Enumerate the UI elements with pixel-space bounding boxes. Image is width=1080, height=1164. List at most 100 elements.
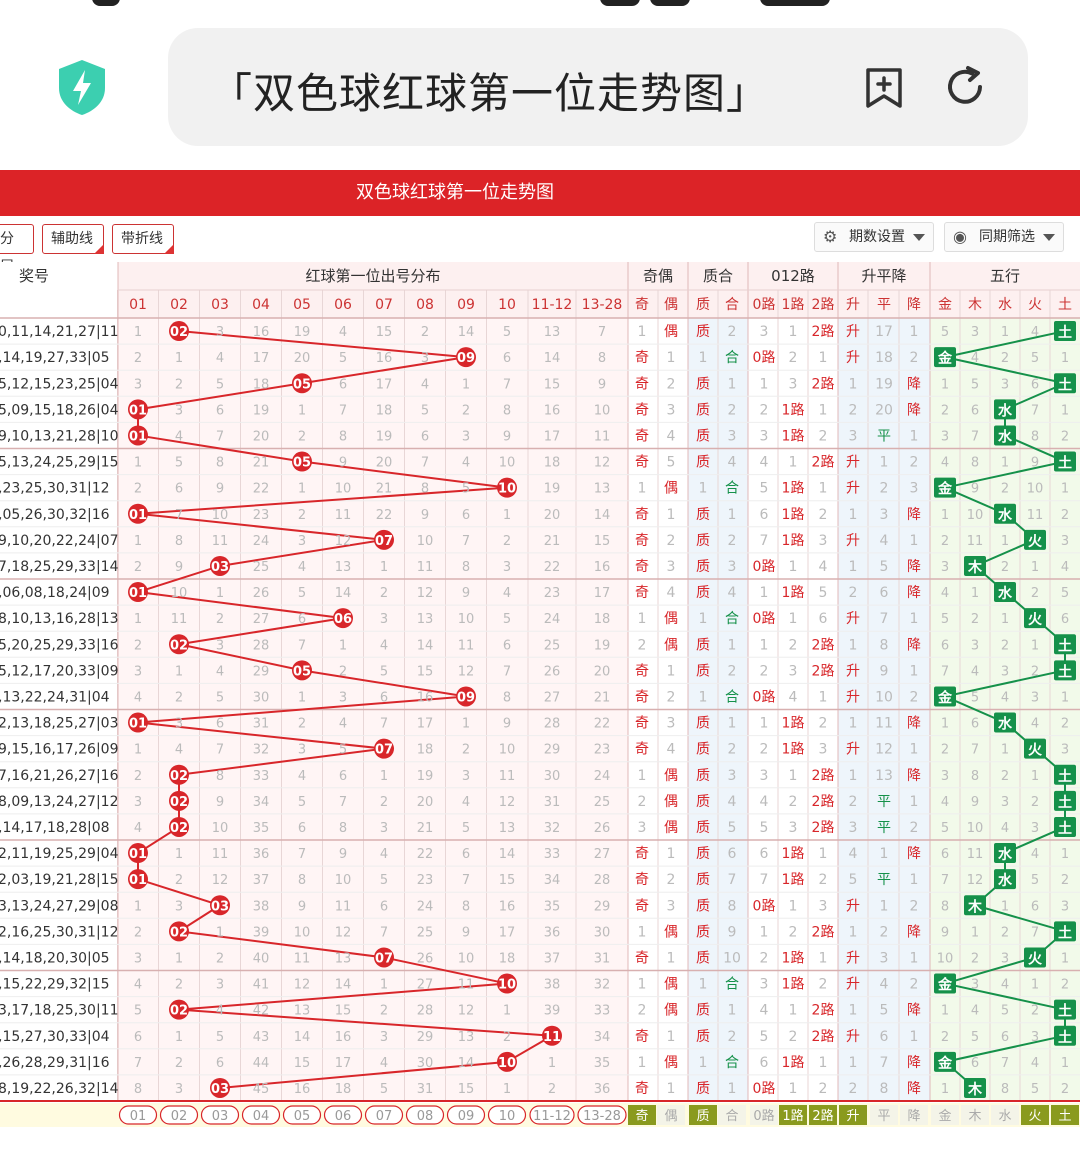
miss-count: 28 xyxy=(417,1004,434,1019)
miss-count: 31 xyxy=(253,717,270,732)
r-hit: 2路 xyxy=(812,324,835,340)
miss-count: 5 xyxy=(503,325,511,340)
oe-miss: 3 xyxy=(667,559,676,575)
t-miss: 8 xyxy=(880,637,889,653)
wx-miss: 1 xyxy=(941,508,949,523)
wx-miss: 5 xyxy=(1031,1082,1039,1097)
t-hit: 平 xyxy=(877,872,891,888)
miss-count: 19 xyxy=(544,482,561,497)
miss-count: 14 xyxy=(335,978,352,993)
miss-count: 1 xyxy=(380,978,388,993)
pc-miss: 9 xyxy=(728,924,737,940)
wx-miss: 3 xyxy=(941,769,949,784)
miss-count: 25 xyxy=(253,560,270,575)
miss-count: 9 xyxy=(175,560,183,575)
t-miss: 1 xyxy=(880,846,889,862)
r-miss: 4 xyxy=(760,455,769,471)
hit-ball-number: 09 xyxy=(457,690,475,705)
miss-count: 6 xyxy=(462,847,470,862)
award-number: ,14,19,27,33|05 xyxy=(0,350,110,366)
r-hit: 2路 xyxy=(812,637,835,653)
num-col-header: 01 xyxy=(129,297,147,313)
miss-count: 14 xyxy=(594,508,611,523)
wx-miss: 2 xyxy=(1001,769,1009,784)
footer-tag: 水 xyxy=(998,1109,1011,1124)
miss-count: 30 xyxy=(594,925,611,940)
miss-count: 5 xyxy=(380,1082,388,1097)
award-number: 5,12,17,20,33|09 xyxy=(0,663,119,679)
miss-count: 11 xyxy=(458,978,475,993)
miss-count: 17 xyxy=(335,1056,352,1071)
wx-miss: 2 xyxy=(1061,978,1069,993)
oe-hit: 奇 xyxy=(635,897,649,914)
miss-count: 21 xyxy=(253,456,270,471)
wx-miss: 6 xyxy=(971,403,979,418)
miss-count: 18 xyxy=(544,456,561,471)
miss-count: 12 xyxy=(594,456,611,471)
pc-miss: 2 xyxy=(728,1029,737,1045)
wx-hit: 土 xyxy=(1058,637,1072,654)
t-miss: 3 xyxy=(880,507,889,523)
miss-count: 18 xyxy=(594,612,611,627)
r-miss: 3 xyxy=(789,376,798,392)
security-shield-icon[interactable] xyxy=(56,58,108,116)
miss-count: 13 xyxy=(499,821,516,836)
status-bar-fragment xyxy=(0,0,1080,10)
award-number: ,05,26,30,32|16 xyxy=(0,507,110,523)
pc-miss: 1 xyxy=(699,1055,708,1071)
miss-count: 16 xyxy=(376,351,393,366)
wx-miss: 11 xyxy=(967,534,984,549)
r-hit: 1路 xyxy=(782,977,805,993)
miss-count: 6 xyxy=(339,377,347,392)
t-hit: 降 xyxy=(907,846,921,862)
t-miss: 18 xyxy=(875,350,893,366)
miss-count: 4 xyxy=(462,795,470,810)
wx-miss: 12 xyxy=(967,873,984,888)
wx-miss: 3 xyxy=(1001,664,1009,679)
bookmark-add-icon[interactable] xyxy=(862,66,906,110)
wx-miss: 5 xyxy=(1031,873,1039,888)
url-text[interactable]: 「双色球红球第一位走势图」 xyxy=(210,60,830,121)
wx-miss: 9 xyxy=(1031,456,1039,471)
period-settings-dropdown[interactable]: ⚙ 期数设置 xyxy=(814,222,934,252)
wx-miss: 10 xyxy=(967,508,984,523)
r-hit: 1路 xyxy=(782,872,805,888)
hit-ball-number: 03 xyxy=(211,560,229,575)
pc-hit: 合 xyxy=(725,611,739,627)
r-hit: 1路 xyxy=(782,1055,805,1071)
pc-hit: 质 xyxy=(696,376,710,392)
t-miss: 2 xyxy=(849,585,858,601)
wx-miss: 2 xyxy=(941,403,949,418)
miss-count: 3 xyxy=(134,377,142,392)
wx-miss: 1 xyxy=(941,377,949,392)
miss-count: 14 xyxy=(544,351,561,366)
miss-count: 16 xyxy=(544,403,561,418)
miss-count: 10 xyxy=(335,482,352,497)
award-number: ,26,28,29,31|16 xyxy=(0,1055,110,1071)
pc-miss: 5 xyxy=(728,820,737,836)
pc-hit: 合 xyxy=(725,481,739,497)
r-hit: 1路 xyxy=(782,846,805,862)
wx-miss: 6 xyxy=(1001,1030,1009,1045)
t-miss: 2 xyxy=(910,977,919,993)
polyline-button[interactable]: 带折线 xyxy=(112,224,174,254)
t-miss: 1 xyxy=(849,637,858,653)
hit-ball-number: 05 xyxy=(293,456,311,471)
miss-count: 42 xyxy=(253,1004,270,1019)
layer-button[interactable]: 分层 xyxy=(0,224,34,275)
same-period-filter-dropdown[interactable]: ◉ 同期筛选 xyxy=(944,222,1064,252)
t-miss: 2 xyxy=(880,924,889,940)
r-miss: 1 xyxy=(819,481,828,497)
miss-count: 32 xyxy=(544,821,561,836)
guideline-button[interactable]: 辅助线 xyxy=(42,224,104,254)
wx-miss: 1 xyxy=(971,586,979,601)
wx-miss: 10 xyxy=(967,821,984,836)
miss-count: 6 xyxy=(298,821,306,836)
miss-count: 3 xyxy=(175,899,183,914)
oe-hit: 偶 xyxy=(664,924,678,940)
miss-count: 26 xyxy=(594,821,611,836)
t-miss: 2 xyxy=(849,402,858,418)
miss-count: 16 xyxy=(294,1082,311,1097)
reload-icon[interactable] xyxy=(942,64,988,110)
r-miss: 2 xyxy=(819,1081,828,1097)
